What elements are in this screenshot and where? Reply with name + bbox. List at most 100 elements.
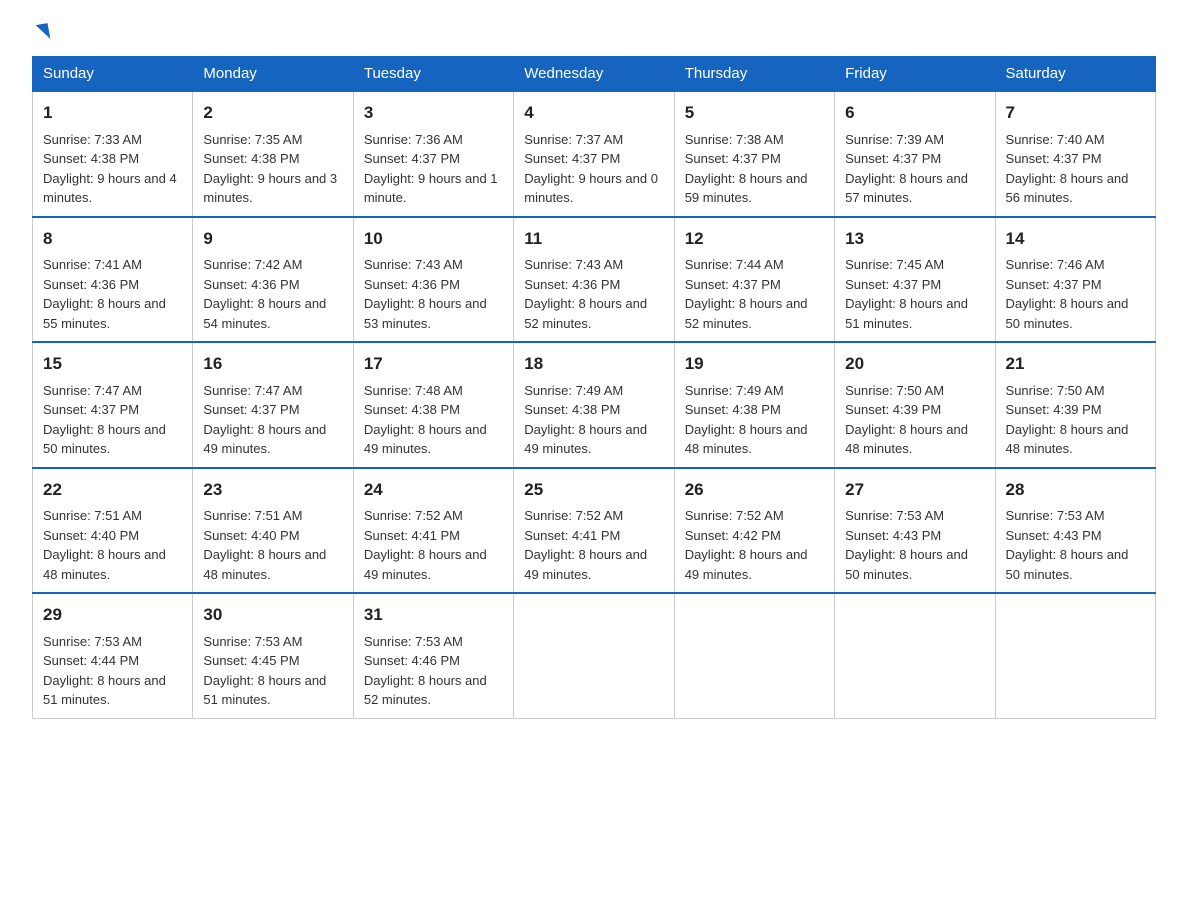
- daylight-label: Daylight: 8 hours and 48 minutes.: [685, 422, 808, 457]
- calendar-cell: 2 Sunrise: 7:35 AM Sunset: 4:38 PM Dayli…: [193, 91, 353, 217]
- sunset-label: Sunset: 4:41 PM: [364, 528, 460, 543]
- daylight-label: Daylight: 8 hours and 50 minutes.: [43, 422, 166, 457]
- day-number: 12: [685, 226, 824, 252]
- daylight-label: Daylight: 9 hours and 4 minutes.: [43, 171, 177, 206]
- day-number: 23: [203, 477, 342, 503]
- calendar-cell: 12 Sunrise: 7:44 AM Sunset: 4:37 PM Dayl…: [674, 217, 834, 343]
- daylight-label: Daylight: 8 hours and 48 minutes.: [43, 547, 166, 582]
- sunset-label: Sunset: 4:37 PM: [845, 151, 941, 166]
- daylight-label: Daylight: 8 hours and 54 minutes.: [203, 296, 326, 331]
- daylight-label: Daylight: 9 hours and 3 minutes.: [203, 171, 337, 206]
- calendar-cell: 21 Sunrise: 7:50 AM Sunset: 4:39 PM Dayl…: [995, 342, 1155, 468]
- sunrise-label: Sunrise: 7:35 AM: [203, 132, 302, 147]
- day-number: 20: [845, 351, 984, 377]
- calendar-cell: 13 Sunrise: 7:45 AM Sunset: 4:37 PM Dayl…: [835, 217, 995, 343]
- daylight-label: Daylight: 8 hours and 50 minutes.: [845, 547, 968, 582]
- daylight-label: Daylight: 8 hours and 48 minutes.: [845, 422, 968, 457]
- calendar-cell: 5 Sunrise: 7:38 AM Sunset: 4:37 PM Dayli…: [674, 91, 834, 217]
- daylight-label: Daylight: 8 hours and 50 minutes.: [1006, 547, 1129, 582]
- calendar-cell: 1 Sunrise: 7:33 AM Sunset: 4:38 PM Dayli…: [33, 91, 193, 217]
- calendar-cell: [835, 593, 995, 718]
- calendar-cell: 31 Sunrise: 7:53 AM Sunset: 4:46 PM Dayl…: [353, 593, 513, 718]
- sunrise-label: Sunrise: 7:47 AM: [43, 383, 142, 398]
- day-number: 25: [524, 477, 663, 503]
- sunset-label: Sunset: 4:37 PM: [1006, 277, 1102, 292]
- sunset-label: Sunset: 4:38 PM: [43, 151, 139, 166]
- calendar-cell: [514, 593, 674, 718]
- sunset-label: Sunset: 4:42 PM: [685, 528, 781, 543]
- sunset-label: Sunset: 4:37 PM: [524, 151, 620, 166]
- column-header-monday: Monday: [193, 57, 353, 92]
- sunset-label: Sunset: 4:37 PM: [43, 402, 139, 417]
- calendar-cell: 11 Sunrise: 7:43 AM Sunset: 4:36 PM Dayl…: [514, 217, 674, 343]
- calendar-cell: 17 Sunrise: 7:48 AM Sunset: 4:38 PM Dayl…: [353, 342, 513, 468]
- calendar-body: 1 Sunrise: 7:33 AM Sunset: 4:38 PM Dayli…: [33, 91, 1156, 718]
- sunset-label: Sunset: 4:38 PM: [364, 402, 460, 417]
- day-number: 16: [203, 351, 342, 377]
- column-header-friday: Friday: [835, 57, 995, 92]
- daylight-label: Daylight: 8 hours and 49 minutes.: [203, 422, 326, 457]
- calendar-header: SundayMondayTuesdayWednesdayThursdayFrid…: [33, 57, 1156, 92]
- sunset-label: Sunset: 4:46 PM: [364, 653, 460, 668]
- sunrise-label: Sunrise: 7:36 AM: [364, 132, 463, 147]
- calendar-cell: 7 Sunrise: 7:40 AM Sunset: 4:37 PM Dayli…: [995, 91, 1155, 217]
- daylight-label: Daylight: 8 hours and 48 minutes.: [203, 547, 326, 582]
- logo: [32, 24, 49, 40]
- sunrise-label: Sunrise: 7:50 AM: [1006, 383, 1105, 398]
- calendar-week-4: 22 Sunrise: 7:51 AM Sunset: 4:40 PM Dayl…: [33, 468, 1156, 594]
- sunset-label: Sunset: 4:37 PM: [845, 277, 941, 292]
- sunset-label: Sunset: 4:43 PM: [1006, 528, 1102, 543]
- daylight-label: Daylight: 8 hours and 52 minutes.: [685, 296, 808, 331]
- calendar-cell: 4 Sunrise: 7:37 AM Sunset: 4:37 PM Dayli…: [514, 91, 674, 217]
- sunrise-label: Sunrise: 7:51 AM: [203, 508, 302, 523]
- day-number: 31: [364, 602, 503, 628]
- calendar-cell: 27 Sunrise: 7:53 AM Sunset: 4:43 PM Dayl…: [835, 468, 995, 594]
- sunrise-label: Sunrise: 7:43 AM: [524, 257, 623, 272]
- day-number: 21: [1006, 351, 1145, 377]
- day-number: 7: [1006, 100, 1145, 126]
- calendar-cell: 19 Sunrise: 7:49 AM Sunset: 4:38 PM Dayl…: [674, 342, 834, 468]
- day-number: 26: [685, 477, 824, 503]
- calendar-cell: [995, 593, 1155, 718]
- daylight-label: Daylight: 8 hours and 49 minutes.: [524, 422, 647, 457]
- calendar-cell: 26 Sunrise: 7:52 AM Sunset: 4:42 PM Dayl…: [674, 468, 834, 594]
- sunset-label: Sunset: 4:43 PM: [845, 528, 941, 543]
- sunset-label: Sunset: 4:44 PM: [43, 653, 139, 668]
- daylight-label: Daylight: 8 hours and 59 minutes.: [685, 171, 808, 206]
- calendar-cell: 24 Sunrise: 7:52 AM Sunset: 4:41 PM Dayl…: [353, 468, 513, 594]
- sunset-label: Sunset: 4:38 PM: [685, 402, 781, 417]
- daylight-label: Daylight: 9 hours and 1 minute.: [364, 171, 498, 206]
- day-number: 6: [845, 100, 984, 126]
- calendar-cell: 23 Sunrise: 7:51 AM Sunset: 4:40 PM Dayl…: [193, 468, 353, 594]
- calendar-cell: 9 Sunrise: 7:42 AM Sunset: 4:36 PM Dayli…: [193, 217, 353, 343]
- day-number: 28: [1006, 477, 1145, 503]
- day-number: 3: [364, 100, 503, 126]
- day-number: 2: [203, 100, 342, 126]
- sunset-label: Sunset: 4:36 PM: [364, 277, 460, 292]
- calendar-cell: 14 Sunrise: 7:46 AM Sunset: 4:37 PM Dayl…: [995, 217, 1155, 343]
- calendar-week-2: 8 Sunrise: 7:41 AM Sunset: 4:36 PM Dayli…: [33, 217, 1156, 343]
- daylight-label: Daylight: 9 hours and 0 minutes.: [524, 171, 658, 206]
- day-number: 1: [43, 100, 182, 126]
- column-header-thursday: Thursday: [674, 57, 834, 92]
- sunrise-label: Sunrise: 7:33 AM: [43, 132, 142, 147]
- calendar-cell: [674, 593, 834, 718]
- calendar-cell: 15 Sunrise: 7:47 AM Sunset: 4:37 PM Dayl…: [33, 342, 193, 468]
- day-number: 15: [43, 351, 182, 377]
- sunrise-label: Sunrise: 7:37 AM: [524, 132, 623, 147]
- sunrise-label: Sunrise: 7:41 AM: [43, 257, 142, 272]
- calendar-cell: 28 Sunrise: 7:53 AM Sunset: 4:43 PM Dayl…: [995, 468, 1155, 594]
- sunset-label: Sunset: 4:37 PM: [203, 402, 299, 417]
- sunset-label: Sunset: 4:41 PM: [524, 528, 620, 543]
- daylight-label: Daylight: 8 hours and 56 minutes.: [1006, 171, 1129, 206]
- calendar-cell: 3 Sunrise: 7:36 AM Sunset: 4:37 PM Dayli…: [353, 91, 513, 217]
- day-number: 8: [43, 226, 182, 252]
- calendar-cell: 30 Sunrise: 7:53 AM Sunset: 4:45 PM Dayl…: [193, 593, 353, 718]
- day-number: 5: [685, 100, 824, 126]
- calendar-cell: 22 Sunrise: 7:51 AM Sunset: 4:40 PM Dayl…: [33, 468, 193, 594]
- daylight-label: Daylight: 8 hours and 51 minutes.: [43, 673, 166, 708]
- sunrise-label: Sunrise: 7:43 AM: [364, 257, 463, 272]
- sunset-label: Sunset: 4:38 PM: [524, 402, 620, 417]
- column-header-sunday: Sunday: [33, 57, 193, 92]
- daylight-label: Daylight: 8 hours and 49 minutes.: [524, 547, 647, 582]
